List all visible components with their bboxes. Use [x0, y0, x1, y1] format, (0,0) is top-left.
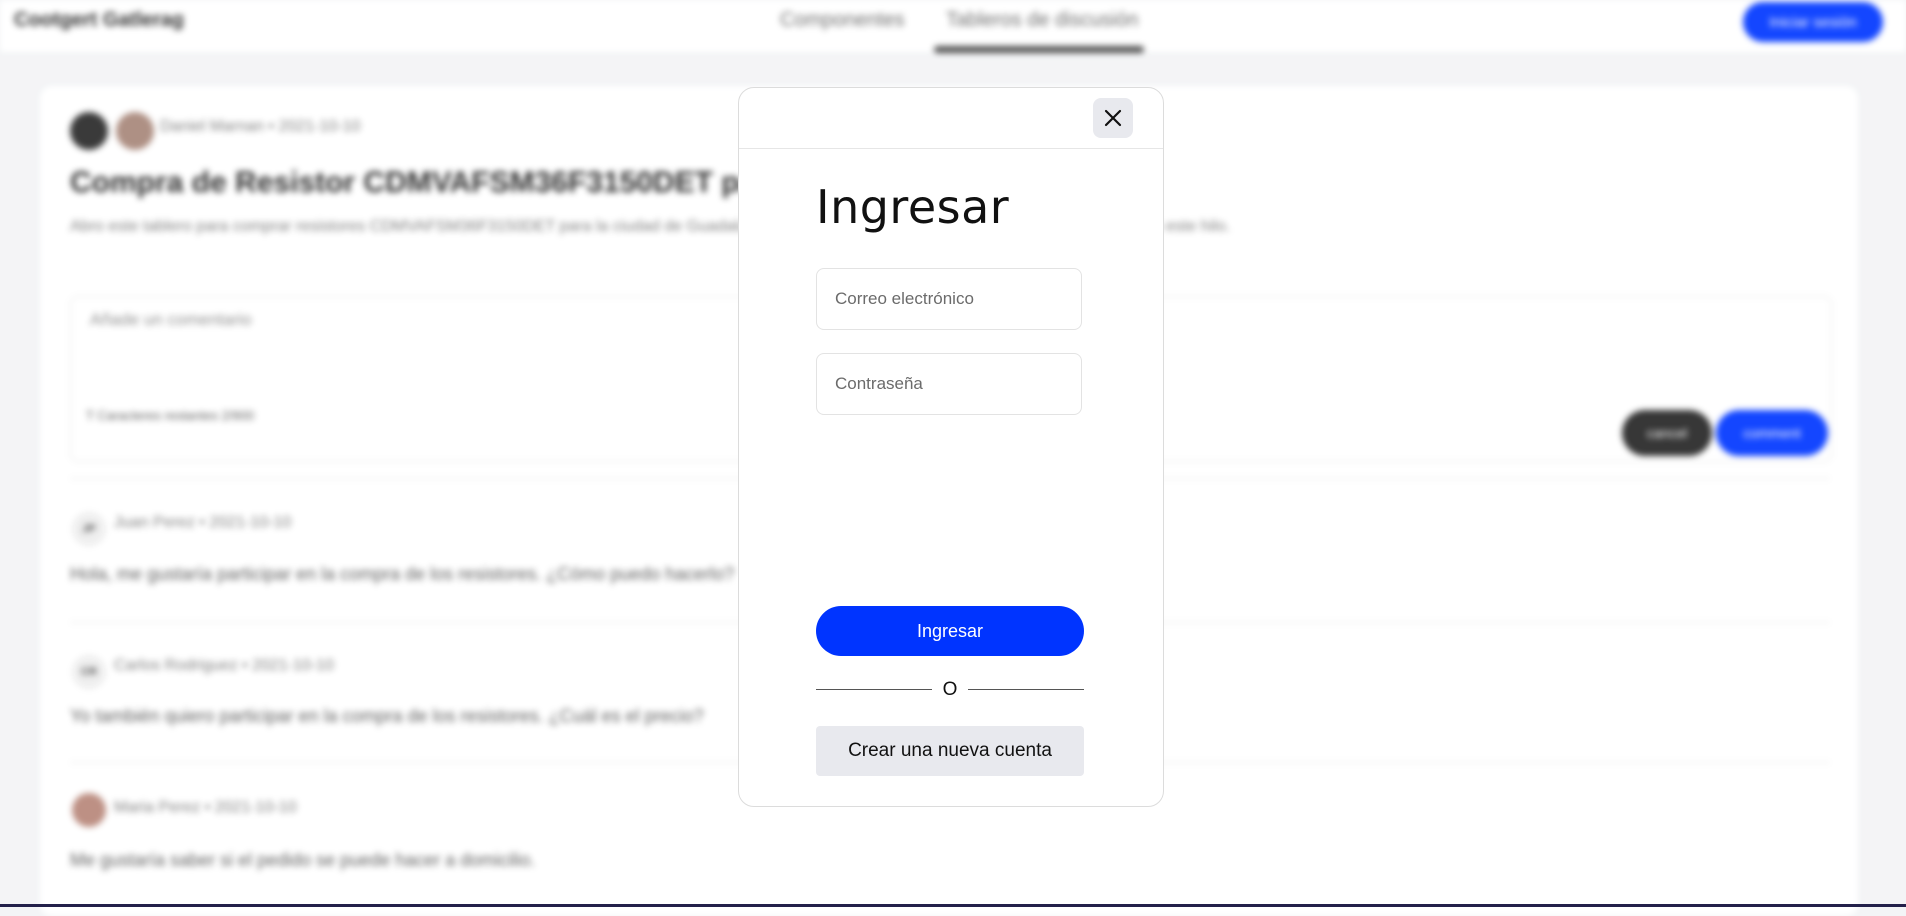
email-field[interactable] — [817, 269, 1081, 329]
or-divider: O — [816, 678, 1084, 702]
email-field-wrapper — [816, 268, 1082, 330]
password-field[interactable] — [817, 354, 1081, 414]
modal-header — [739, 88, 1163, 149]
divider-line — [816, 689, 932, 690]
password-field-wrapper — [816, 353, 1082, 415]
close-button[interactable] — [1093, 98, 1133, 138]
close-icon — [1104, 109, 1122, 127]
or-label: O — [942, 679, 958, 700]
divider-line — [968, 689, 1084, 690]
create-account-button[interactable]: Crear una nueva cuenta — [816, 726, 1084, 776]
login-modal: Ingresar Ingresar O Crear una nueva cuen… — [738, 87, 1164, 807]
submit-login-button[interactable]: Ingresar — [816, 606, 1084, 656]
modal-title: Ingresar — [816, 180, 1010, 234]
